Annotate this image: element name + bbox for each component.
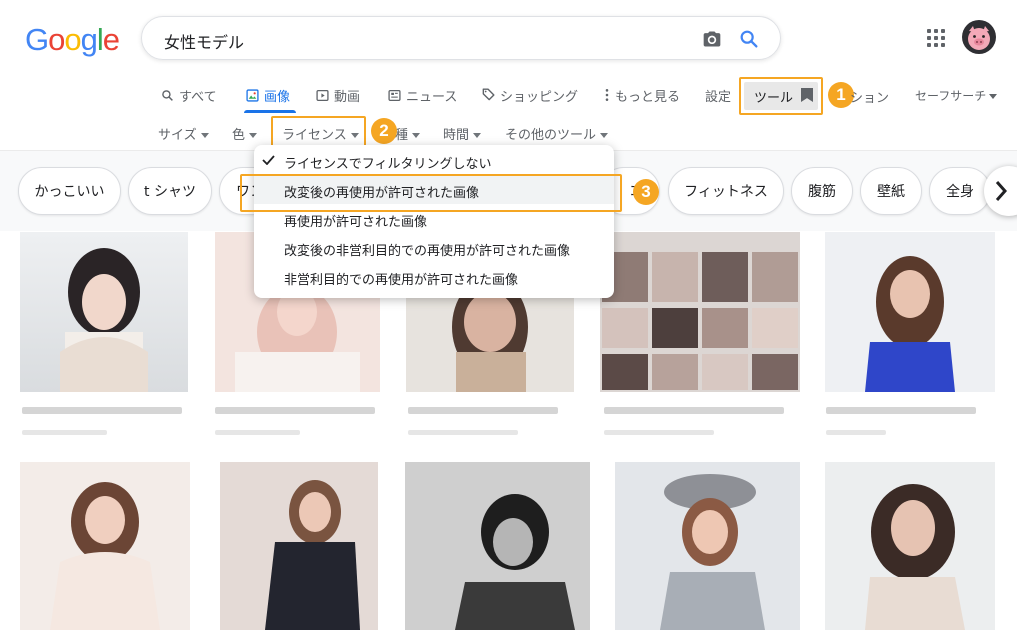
license-option-noncommercial-reuse[interactable]: 非営利目的での再使用が許可された画像 bbox=[254, 263, 614, 291]
image-result-10[interactable] bbox=[825, 462, 995, 630]
google-logo[interactable]: Google bbox=[25, 22, 120, 58]
filter-color[interactable]: 色 bbox=[232, 124, 258, 143]
highlight-license-option bbox=[240, 174, 622, 212]
chip-kakkoii[interactable]: かっこいい bbox=[18, 167, 121, 215]
check-icon bbox=[262, 155, 275, 165]
search-icon[interactable] bbox=[738, 28, 760, 50]
image-result-6[interactable] bbox=[20, 462, 190, 630]
play-icon bbox=[316, 89, 329, 101]
tab-settings[interactable]: 設定 bbox=[705, 85, 731, 105]
tab-shopping[interactable]: ショッピング bbox=[481, 85, 578, 105]
chip-fitness[interactable]: フィットネス bbox=[668, 167, 784, 215]
image-caption bbox=[604, 407, 784, 414]
image-caption bbox=[22, 407, 182, 414]
image-icon bbox=[246, 88, 259, 102]
caret-down-icon bbox=[249, 133, 258, 138]
tab-news[interactable]: ニュース bbox=[388, 85, 457, 105]
caret-down-icon bbox=[473, 133, 482, 138]
avatar[interactable] bbox=[962, 20, 996, 54]
search-input[interactable]: 女性モデル bbox=[164, 29, 244, 53]
image-result-8[interactable] bbox=[405, 462, 590, 630]
chip-abs[interactable]: 腹筋 bbox=[791, 167, 853, 215]
chip-wallpaper[interactable]: 壁紙 bbox=[860, 167, 922, 215]
image-result-1[interactable] bbox=[20, 232, 188, 392]
filter-other-tools[interactable]: その他のツール bbox=[505, 124, 609, 143]
image-source bbox=[604, 430, 714, 435]
safe-search-menu[interactable]: セーフサーチ bbox=[915, 87, 998, 104]
license-option-no-filter[interactable]: ライセンスでフィルタリングしない bbox=[254, 147, 614, 175]
step-badge-2: 2 bbox=[371, 118, 397, 144]
caret-down-icon bbox=[600, 133, 609, 138]
image-caption bbox=[408, 407, 558, 414]
tag-icon bbox=[482, 88, 495, 101]
filter-time[interactable]: 時間 bbox=[443, 124, 482, 143]
highlight-license bbox=[271, 116, 366, 147]
image-caption bbox=[215, 407, 375, 414]
caret-down-icon bbox=[200, 133, 209, 138]
image-result-7[interactable] bbox=[220, 462, 378, 630]
image-caption bbox=[826, 407, 976, 414]
image-source bbox=[215, 430, 300, 435]
chevron-right-icon bbox=[995, 181, 1008, 201]
caret-down-icon bbox=[989, 94, 998, 99]
image-result-4[interactable] bbox=[600, 232, 800, 392]
active-tab-indicator bbox=[244, 110, 296, 113]
image-source bbox=[408, 430, 518, 435]
image-source bbox=[826, 430, 886, 435]
filter-type[interactable]: 種 bbox=[395, 124, 421, 143]
camera-icon[interactable] bbox=[702, 29, 722, 49]
tab-all[interactable]: すべて bbox=[161, 85, 217, 105]
chip-full-body[interactable]: 全身 bbox=[929, 167, 991, 215]
news-icon bbox=[388, 89, 401, 101]
step-badge-3: 3 bbox=[633, 179, 659, 205]
tab-images[interactable]: 画像 bbox=[246, 85, 290, 105]
image-result-9[interactable] bbox=[615, 462, 800, 630]
license-dropdown: ライセンスでフィルタリングしない 改変後の再使用が許可された画像 再使用が許可さ… bbox=[254, 145, 614, 298]
filter-size[interactable]: サイズ bbox=[158, 124, 209, 143]
more-vert-icon bbox=[605, 89, 609, 101]
option-text[interactable]: ション bbox=[850, 87, 889, 106]
license-option-noncommercial-modify[interactable]: 改変後の非営利目的での再使用が許可された画像 bbox=[254, 234, 614, 262]
chip-tshirt[interactable]: t シャツ bbox=[128, 167, 212, 215]
image-result-5[interactable] bbox=[825, 232, 995, 392]
highlight-tools bbox=[739, 77, 823, 115]
search-box[interactable]: 女性モデル bbox=[141, 16, 781, 60]
caret-down-icon bbox=[412, 133, 421, 138]
tab-videos[interactable]: 動画 bbox=[316, 85, 360, 105]
apps-grid-icon[interactable] bbox=[927, 29, 945, 47]
tab-more[interactable]: もっと見る bbox=[604, 85, 680, 105]
search-icon bbox=[162, 89, 173, 101]
image-source bbox=[22, 430, 107, 435]
